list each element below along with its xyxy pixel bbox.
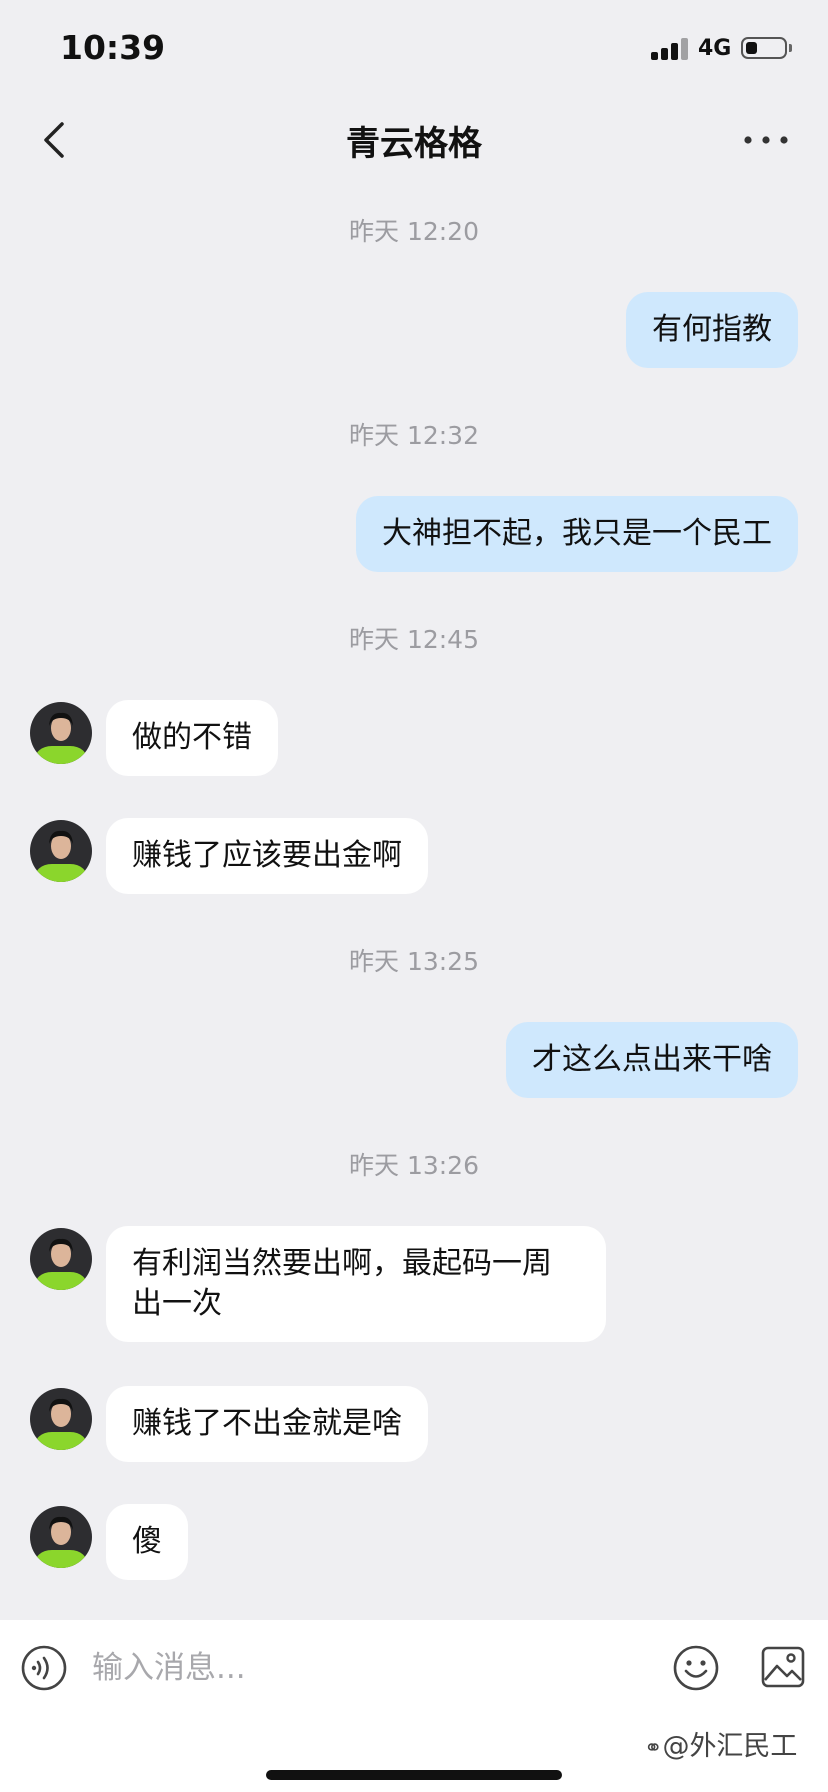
emoji-icon [673, 1645, 719, 1691]
voice-icon [21, 1645, 67, 1691]
watermark-text: @外汇民工 [662, 1731, 798, 1762]
sent-message-bubble[interactable]: 有何指教 [626, 292, 798, 368]
watermark: ⚭@外汇民工 [644, 1724, 797, 1763]
received-message-bubble[interactable]: 傻 [106, 1504, 188, 1580]
battery-icon [741, 37, 787, 59]
page-title: 青云格格 [346, 124, 482, 164]
avatar-photo-icon [30, 1506, 92, 1568]
emoji-button[interactable] [672, 1644, 720, 1692]
status-time: 10:39 [60, 28, 166, 67]
nav-bar: 青云格格 [0, 100, 828, 180]
message-input[interactable] [92, 1642, 652, 1694]
battery-cap [789, 44, 792, 52]
message-list[interactable]: 昨天 12:20 有何指教 昨天 12:32 大神担不起，我只是一个民工 昨天 … [0, 180, 828, 1620]
contact-avatar[interactable] [30, 820, 92, 882]
signal-icon [651, 36, 691, 60]
message-timestamp: 昨天 12:45 [349, 625, 479, 654]
contact-avatar[interactable] [30, 1388, 92, 1450]
avatar-photo-icon [30, 1388, 92, 1450]
received-message-bubble[interactable]: 赚钱了不出金就是啥 [106, 1386, 428, 1462]
contact-avatar[interactable] [30, 1506, 92, 1568]
more-horizontal-icon [744, 136, 788, 144]
more-button[interactable] [740, 120, 792, 160]
input-bar: ⚭@外汇民工 [0, 1620, 828, 1792]
received-message-bubble[interactable]: 做的不错 [106, 700, 278, 776]
image-button[interactable] [760, 1644, 806, 1690]
contact-avatar[interactable] [30, 702, 92, 764]
voice-button[interactable] [20, 1644, 68, 1692]
message-timestamp: 昨天 13:26 [349, 1151, 479, 1180]
avatar-photo-icon [30, 1228, 92, 1290]
battery-fill [746, 42, 757, 54]
status-bar: 10:39 4G [0, 0, 828, 100]
avatar-photo-icon [30, 820, 92, 882]
received-message-bubble[interactable]: 有利润当然要出啊，最起码一周出一次 [106, 1226, 606, 1342]
contact-avatar[interactable] [30, 1228, 92, 1290]
weibo-logo-icon: ⚭ [644, 1736, 663, 1761]
image-icon [761, 1646, 805, 1688]
sent-message-bubble[interactable]: 大神担不起，我只是一个民工 [356, 496, 798, 572]
message-timestamp: 昨天 12:20 [349, 217, 479, 246]
received-message-bubble[interactable]: 赚钱了应该要出金啊 [106, 818, 428, 894]
message-timestamp: 昨天 12:32 [349, 421, 479, 450]
sent-message-bubble[interactable]: 才这么点出来干啥 [506, 1022, 798, 1098]
avatar-photo-icon [30, 702, 92, 764]
message-timestamp: 昨天 13:25 [349, 947, 479, 976]
home-indicator[interactable] [266, 1770, 562, 1780]
network-label: 4G [698, 36, 732, 61]
